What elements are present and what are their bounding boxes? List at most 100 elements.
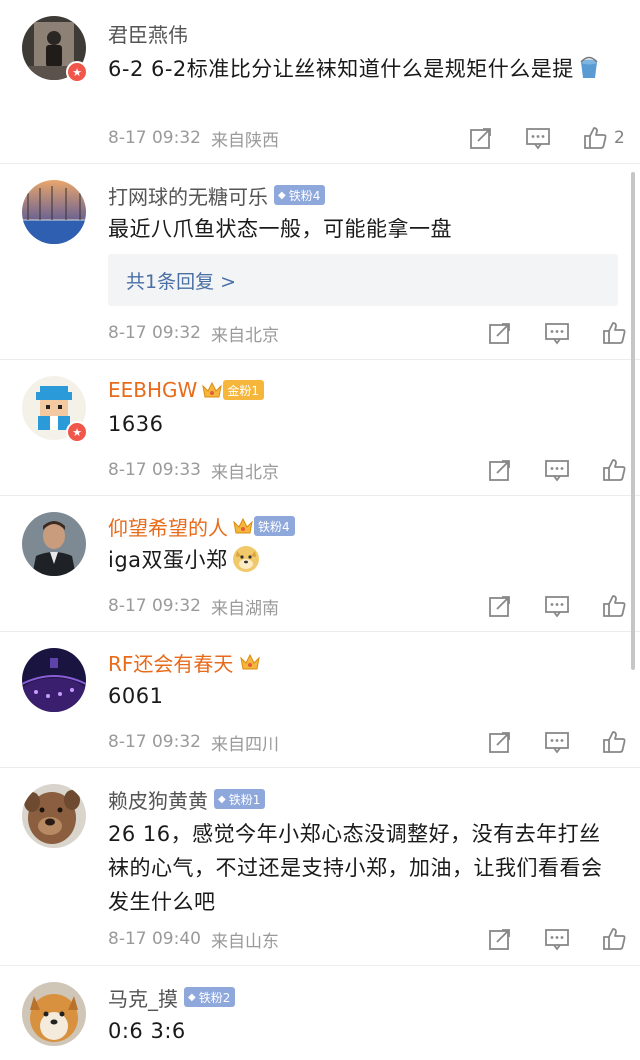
verified-star-icon: ★ bbox=[66, 421, 88, 443]
share-button[interactable] bbox=[487, 926, 513, 952]
comment-text: iga双蛋小郑 bbox=[108, 543, 618, 583]
comment-item: ★ 君臣燕伟 6-2 6-2标准比分让丝袜知道什么是规矩什么是提 8-17 09… bbox=[0, 0, 640, 164]
username[interactable]: 马克_摸 ◆ 铁粉2 bbox=[108, 982, 236, 1012]
like-button[interactable] bbox=[601, 926, 627, 952]
comment-button[interactable] bbox=[543, 320, 571, 346]
comment-item: 赖皮狗黄黄 ◆ 铁粉1 26 16，感觉今年小郑心态没调整好，没有去年打丝袜的心气… bbox=[0, 768, 640, 966]
share-button[interactable] bbox=[487, 729, 513, 755]
comment-icon bbox=[545, 460, 569, 482]
comment-location: 来自北京 bbox=[210, 325, 279, 346]
comment-item: 打网球的无糖可乐 ◆ 铁粉4 最近八爪鱼状态一般，可能能拿一盘 共1条回复 > 8… bbox=[0, 164, 640, 360]
thumbs-up-icon bbox=[603, 595, 626, 617]
comment-actions bbox=[487, 592, 627, 620]
comment-location: 来自四川 bbox=[210, 734, 279, 755]
comment-actions: 2 bbox=[468, 124, 625, 152]
verified-star-icon: ★ bbox=[66, 61, 88, 83]
crown-icon bbox=[201, 380, 223, 400]
like-count: 2 bbox=[614, 128, 625, 148]
like-button[interactable] bbox=[601, 729, 627, 755]
fan-badge: 金粉1 bbox=[223, 380, 264, 400]
comment-text: 最近八爪鱼状态一般，可能能拿一盘 bbox=[108, 217, 452, 241]
avatar[interactable] bbox=[22, 784, 86, 848]
fan-badge: ◆ 铁粉4 bbox=[274, 185, 326, 205]
comment-actions bbox=[487, 456, 627, 484]
share-button[interactable] bbox=[487, 593, 513, 619]
comment-icon bbox=[545, 929, 569, 951]
comment-item: 马克_摸 ◆ 铁粉2 0:6 3:6 bbox=[0, 966, 640, 1060]
comment-location: 来自陕西 bbox=[210, 130, 279, 151]
comment-button[interactable] bbox=[543, 593, 571, 619]
comment-time: 8-17 09:32 bbox=[108, 596, 201, 616]
avatar[interactable] bbox=[22, 648, 86, 712]
fan-badge: ◆ 铁粉2 bbox=[184, 987, 236, 1007]
comment-actions bbox=[487, 319, 627, 347]
comment-button[interactable] bbox=[543, 457, 571, 483]
share-icon bbox=[489, 732, 510, 753]
crown-icon bbox=[239, 652, 261, 672]
comment-time: 8-17 09:33 bbox=[108, 460, 201, 480]
comment-time: 8-17 09:32 bbox=[108, 128, 201, 148]
thumbs-up-icon bbox=[584, 127, 607, 149]
like-button[interactable] bbox=[601, 320, 627, 346]
comment-item: 仰望希望的人 铁粉4 iga双蛋小郑 8-17 09:32 来自湖南 bbox=[0, 496, 640, 632]
comment-text: 6061 bbox=[108, 684, 164, 708]
username[interactable]: EEBHGW 金粉1 bbox=[108, 375, 264, 405]
share-icon bbox=[489, 460, 510, 481]
comment-time: 8-17 09:32 bbox=[108, 323, 201, 343]
comment-button[interactable] bbox=[524, 125, 552, 151]
username[interactable]: 赖皮狗黄黄 ◆ 铁粉1 bbox=[108, 784, 266, 814]
comment-icon bbox=[545, 732, 569, 754]
avatar[interactable] bbox=[22, 512, 86, 576]
comment-item: ★ EEBHGW 金粉1 1636 8-17 09:33 来自北京 bbox=[0, 360, 640, 496]
comment-location: 来自湖南 bbox=[210, 598, 279, 619]
comment-icon bbox=[545, 323, 569, 345]
doge-emoji bbox=[232, 545, 260, 583]
share-icon bbox=[489, 323, 510, 344]
reply-link[interactable]: 共1条回复 > bbox=[108, 254, 618, 306]
comment-actions bbox=[487, 728, 627, 756]
comment-meta: 8-17 09:40 来自山东 bbox=[108, 926, 279, 952]
username[interactable]: RF还会有春天 bbox=[108, 647, 261, 677]
comment-actions bbox=[487, 925, 627, 953]
like-button[interactable] bbox=[601, 457, 627, 483]
comment-button[interactable] bbox=[543, 926, 571, 952]
fan-badge: 铁粉4 bbox=[254, 516, 295, 536]
comment-item: RF还会有春天 6061 8-17 09:32 来自四川 bbox=[0, 632, 640, 768]
thumbs-up-icon bbox=[603, 731, 626, 753]
comment-text: 0:6 3:6 bbox=[108, 1019, 186, 1043]
bucket-emoji bbox=[576, 55, 602, 91]
username[interactable]: 君臣燕伟 bbox=[108, 18, 188, 48]
thumbs-up-icon bbox=[603, 322, 626, 344]
share-button[interactable] bbox=[487, 457, 513, 483]
scrollbar[interactable] bbox=[631, 172, 635, 670]
username[interactable]: 仰望希望的人 铁粉4 bbox=[108, 511, 295, 541]
comment-icon bbox=[545, 596, 569, 618]
comment-meta: 8-17 09:33 来自北京 bbox=[108, 457, 279, 483]
share-icon bbox=[470, 128, 491, 149]
share-button[interactable] bbox=[487, 320, 513, 346]
comment-text: 26 16，感觉今年小郑心态没调整好，没有去年打丝袜的心气，不过还是支持小郑，加… bbox=[108, 822, 603, 914]
thumbs-up-icon bbox=[603, 459, 626, 481]
comment-time: 8-17 09:32 bbox=[108, 732, 201, 752]
share-icon bbox=[489, 596, 510, 617]
like-button[interactable] bbox=[601, 593, 627, 619]
comment-button[interactable] bbox=[543, 729, 571, 755]
comment-text: 1636 bbox=[108, 412, 164, 436]
share-button[interactable] bbox=[468, 125, 494, 151]
comment-location: 来自北京 bbox=[210, 462, 279, 483]
like-button[interactable]: 2 bbox=[582, 125, 625, 151]
avatar[interactable] bbox=[22, 982, 86, 1046]
comment-meta: 8-17 09:32 来自四川 bbox=[108, 729, 279, 755]
comment-time: 8-17 09:40 bbox=[108, 929, 201, 949]
username[interactable]: 打网球的无糖可乐 ◆ 铁粉4 bbox=[108, 180, 326, 210]
thumbs-up-icon bbox=[603, 928, 626, 950]
avatar[interactable] bbox=[22, 180, 86, 244]
comment-icon bbox=[526, 128, 550, 150]
comment-text: 6-2 6-2标准比分让丝袜知道什么是规矩什么是提 bbox=[108, 52, 618, 91]
comment-location: 来自山东 bbox=[210, 931, 279, 952]
fan-badge: ◆ 铁粉1 bbox=[214, 789, 266, 809]
comment-meta: 8-17 09:32 来自北京 bbox=[108, 320, 279, 346]
crown-icon bbox=[232, 516, 254, 536]
comment-meta: 8-17 09:32 来自陕西 bbox=[108, 125, 279, 151]
comment-meta: 8-17 09:32 来自湖南 bbox=[108, 593, 279, 619]
